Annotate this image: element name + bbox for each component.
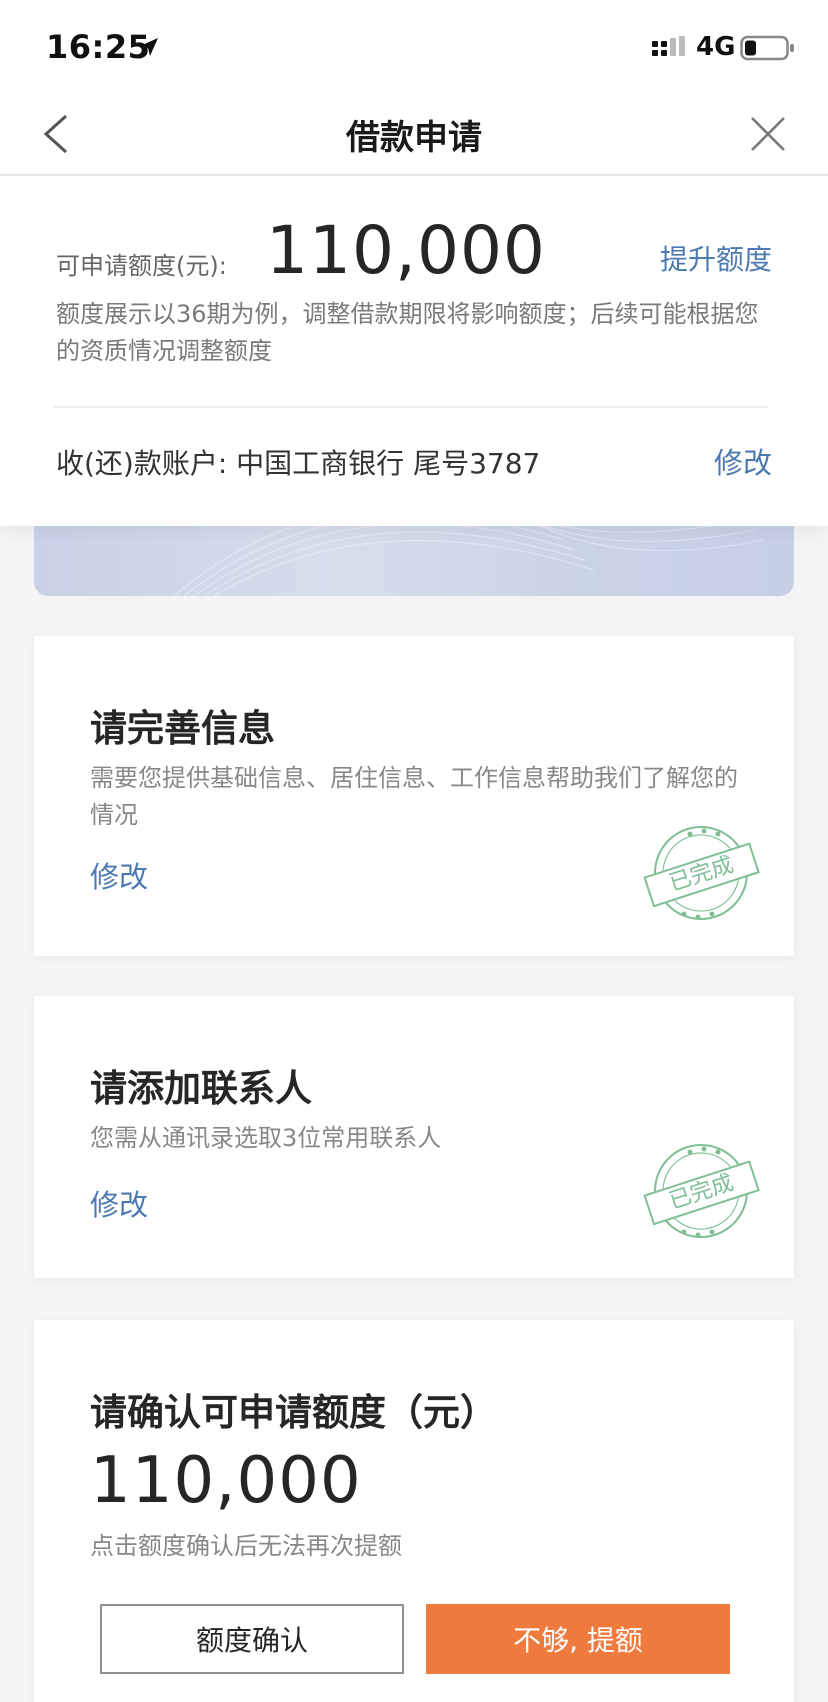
completed-stamp-icon: 已完成 [643, 826, 760, 920]
battery-icon [740, 35, 794, 61]
raise-limit-link[interactable]: 提升额度 [660, 238, 772, 278]
limit-amount: 110,000 [266, 212, 546, 289]
contacts-edit-link[interactable]: 修改 [90, 1182, 148, 1224]
raise-limit-button[interactable]: 不够, 提额 [426, 1604, 730, 1674]
limit-label: 可申请额度(元): [56, 252, 227, 280]
complete-info-card: 请完善信息 需要您提供基础信息、居住信息、工作信息帮助我们了解您的情况 修改 已… [34, 636, 794, 956]
account-edit-link[interactable]: 修改 [714, 440, 772, 482]
confirm-limit-button[interactable]: 额度确认 [100, 1604, 404, 1674]
confirm-note: 点击额度确认后无法再次提额 [90, 1532, 402, 1560]
network-type: 4G [696, 32, 736, 62]
page: 16:25 4G 借款申请 可申请额度(元): 110,000 提升额度 额度展… [0, 0, 828, 1702]
status-bar: 16:25 4G [0, 0, 828, 92]
card-title: 请添加联系人 [90, 1067, 312, 1110]
close-icon[interactable] [748, 114, 788, 154]
page-title: 借款申请 [346, 118, 482, 158]
limit-note: 额度展示以36期为例，调整借款期限将影响额度；后续可能根据您的资质情况调整额度 [56, 300, 759, 365]
status-time: 16:25 [46, 28, 151, 66]
account-info: 收(还)款账户: 中国工商银行 尾号3787 [56, 447, 541, 480]
confirm-limit-card: 请确认可申请额度（元） 110,000 点击额度确认后无法再次提额 额度确认 不… [34, 1320, 794, 1702]
completed-stamp-icon: 已完成 [643, 1144, 760, 1238]
nav-bar: 借款申请 [0, 92, 828, 176]
divider [54, 406, 768, 408]
location-arrow-icon [140, 38, 158, 56]
signal-icon [652, 36, 685, 56]
limit-panel: 可申请额度(元): 110,000 提升额度 额度展示以36期为例，调整借款期限… [0, 176, 828, 526]
info-edit-link[interactable]: 修改 [90, 854, 148, 896]
add-contacts-card: 请添加联系人 您需从通讯录选取3位常用联系人 修改 已完成 [34, 996, 794, 1278]
card-title: 请完善信息 [90, 707, 275, 750]
card-title: 请确认可申请额度（元） [90, 1391, 497, 1434]
confirm-amount: 110,000 [90, 1444, 362, 1518]
